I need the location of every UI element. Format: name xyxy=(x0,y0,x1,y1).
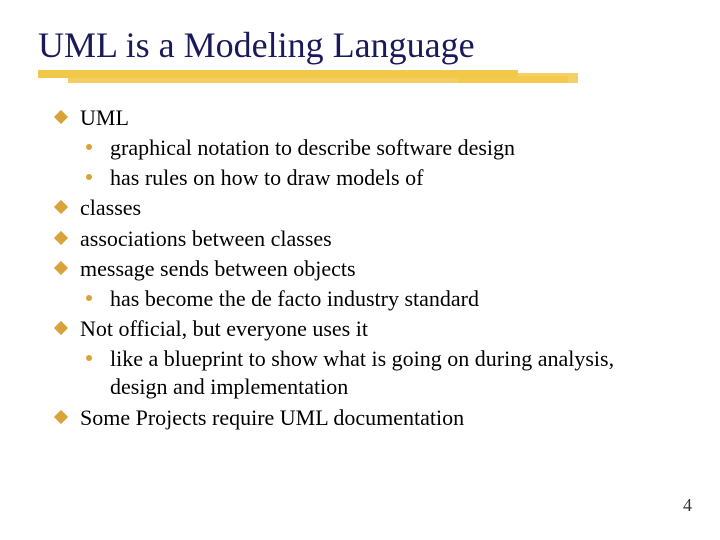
sub-bullet-item: has become the de facto industry standar… xyxy=(56,285,666,313)
dot-icon xyxy=(86,174,92,180)
bullet-item: Some Projects require UML documentation xyxy=(56,404,666,432)
sub-bullet-item: graphical notation to describe software … xyxy=(56,134,666,162)
bullet-item: UML xyxy=(56,104,666,132)
diamond-icon xyxy=(54,409,68,423)
dot-icon xyxy=(86,295,92,301)
diamond-icon xyxy=(54,261,68,275)
slide: UML is a Modeling Language UML graphical… xyxy=(0,0,720,540)
bullet-text: like a blueprint to show what is going o… xyxy=(110,346,614,399)
diamond-icon xyxy=(54,110,68,124)
dot-icon xyxy=(86,355,92,361)
diamond-icon xyxy=(54,200,68,214)
bullet-text: message sends between objects xyxy=(80,256,356,281)
bullet-text: associations between classes xyxy=(80,226,332,251)
slide-body: UML graphical notation to describe softw… xyxy=(56,104,666,434)
page-number: 4 xyxy=(683,495,692,516)
diamond-icon xyxy=(54,231,68,245)
bullet-text: graphical notation to describe software … xyxy=(110,135,515,160)
bullet-text: UML xyxy=(80,105,129,130)
bullet-text: Not official, but everyone uses it xyxy=(80,316,368,341)
bullet-item: classes xyxy=(56,194,666,222)
bullet-text: has rules on how to draw models of xyxy=(110,165,423,190)
title-underline xyxy=(38,70,578,88)
dot-icon xyxy=(86,144,92,150)
slide-title: UML is a Modeling Language xyxy=(38,24,475,66)
bullet-text: Some Projects require UML documentation xyxy=(80,405,464,430)
bullet-item: message sends between objects xyxy=(56,255,666,283)
bullet-item: Not official, but everyone uses it xyxy=(56,315,666,343)
sub-bullet-item: like a blueprint to show what is going o… xyxy=(56,345,666,401)
bullet-text: classes xyxy=(80,195,141,220)
bullet-text: has become the de facto industry standar… xyxy=(110,286,479,311)
diamond-icon xyxy=(54,321,68,335)
bullet-item: associations between classes xyxy=(56,225,666,253)
sub-bullet-item: has rules on how to draw models of xyxy=(56,164,666,192)
